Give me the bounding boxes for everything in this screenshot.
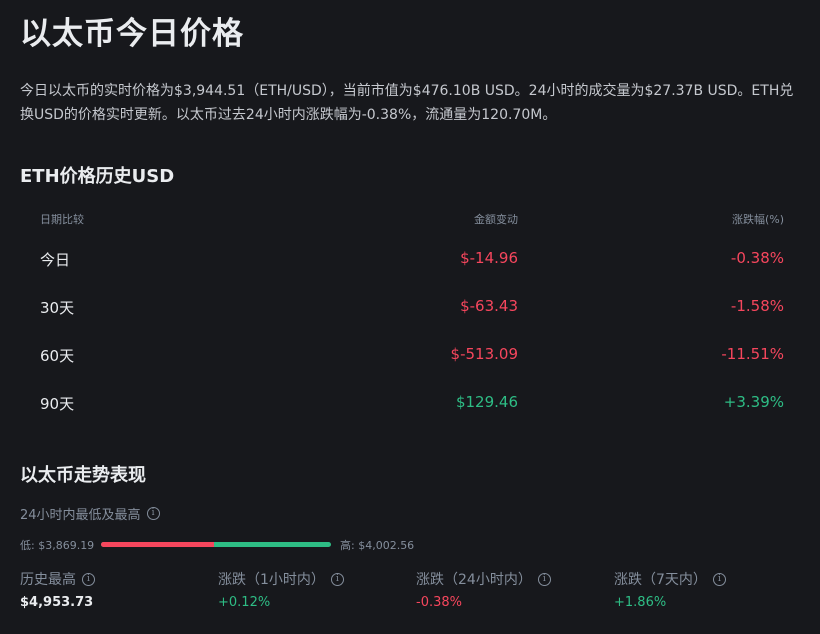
range-bar-fill (101, 542, 214, 547)
row-pct: -11.51% (721, 345, 784, 363)
eth-price-page: 以太币今日价格 今日以太币的实时价格为$3,944.51（ETH/USD），当前… (0, 0, 820, 634)
performance-title: 以太币走势表现 (20, 465, 146, 486)
low-price-label: 低: $3,869.19 (20, 539, 95, 552)
stat-label: 涨跌（7天内） (614, 572, 707, 588)
info-icon[interactable]: i (537, 572, 551, 586)
table-row: 今日 $-14.96 -0.38% (0, 249, 820, 273)
row-period: 60天 (40, 347, 75, 365)
stat-value: $4,953.73 (20, 595, 94, 610)
stat-value: +1.86% (614, 595, 667, 610)
stat-change-1h: 涨跌（1小时内） i +0.12% (218, 569, 408, 610)
stat-label: 涨跌（1小时内） (218, 572, 325, 588)
row-pct: +3.39% (723, 393, 784, 411)
stat-all-time-high: 历史最高 i $4,953.73 (20, 569, 210, 610)
info-icon[interactable]: i (330, 572, 344, 586)
stat-change-7d: 涨跌（7天内） i +1.86% (614, 569, 804, 610)
stat-value: -0.38% (416, 595, 462, 610)
row-pct: -0.38% (730, 249, 784, 267)
row-change: $-14.96 (460, 249, 518, 267)
info-icon[interactable]: i (146, 507, 160, 520)
row-change: $-513.09 (450, 345, 518, 363)
stat-label: 历史最高 (20, 572, 76, 588)
row-change: $-63.43 (460, 297, 518, 315)
header-period: 日期比较 (40, 213, 84, 226)
stat-change-24h: 涨跌（24小时内） i -0.38% (416, 569, 606, 610)
high-price-label: 高: $4,002.56 (340, 539, 415, 552)
range-24h-label-row: 24小时内最低及最高 i (20, 504, 160, 523)
table-row: 90天 $129.46 +3.39% (0, 393, 820, 417)
intro-paragraph: 今日以太币的实时价格为$3,944.51（ETH/USD），当前市值为$476.… (20, 83, 794, 123)
header-change: 金额变动 (474, 213, 518, 226)
info-icon[interactable]: i (82, 572, 95, 586)
stat-value: +0.12% (218, 595, 271, 610)
info-icon[interactable]: i (712, 572, 726, 586)
range-bar (101, 542, 331, 547)
header-pct: 涨跌幅(%) (731, 213, 784, 226)
row-period: 30天 (40, 299, 75, 317)
row-pct: -1.58% (730, 297, 784, 315)
row-period: 今日 (40, 251, 71, 269)
stat-label: 涨跌（24小时内） (416, 572, 532, 588)
table-row: 30天 $-63.43 -1.58% (0, 297, 820, 321)
row-period: 90天 (40, 395, 75, 413)
row-change: $129.46 (455, 393, 518, 411)
table-row: 60天 $-513.09 -11.51% (0, 345, 820, 369)
range-24h-label: 24小时内最低及最高 (20, 508, 141, 523)
page-title: 以太币今日价格 (20, 16, 244, 52)
price-history-title: ETH价格历史USD (20, 166, 175, 187)
